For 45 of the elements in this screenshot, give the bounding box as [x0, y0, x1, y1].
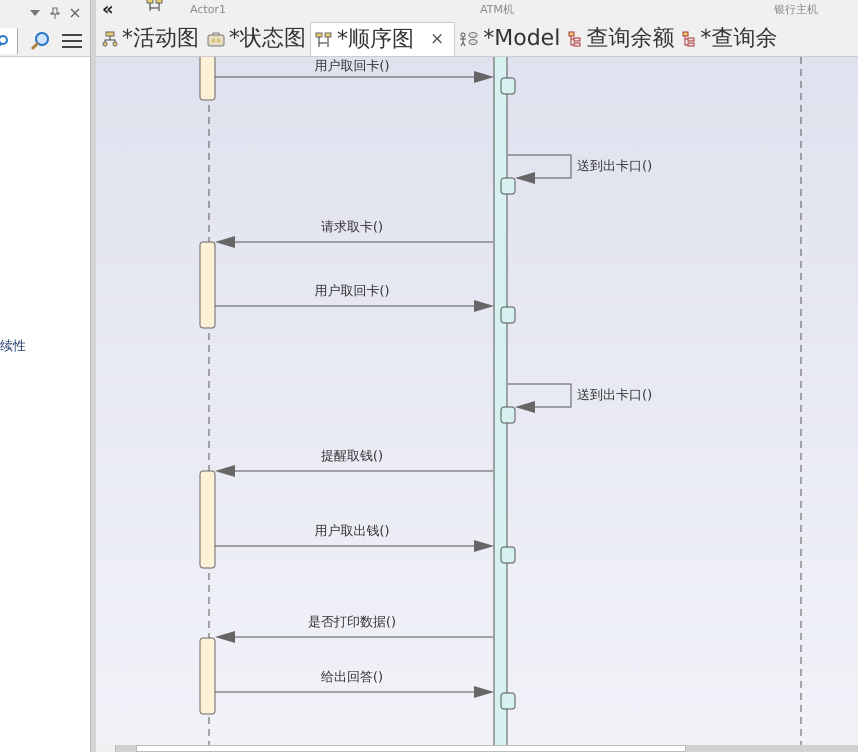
diagram-tab[interactable]: *顺序图 ×: [310, 22, 456, 56]
lifeline-name: Actor1: [190, 3, 226, 17]
diagram-tab[interactable]: *Model: [455, 22, 564, 56]
self-message-arrow: [508, 154, 572, 184]
message-label: 给出回答(): [320, 670, 384, 686]
search-icon[interactable]: [30, 31, 50, 51]
diagram-tab[interactable]: *查询余: [678, 22, 782, 56]
model-icon: [459, 31, 480, 47]
activation-box: [500, 406, 516, 424]
activation-box: [500, 178, 516, 194]
horizontal-scrollbar[interactable]: [96, 745, 858, 752]
self-message-arrow: [508, 384, 572, 413]
scrollbar-thumb[interactable]: [136, 745, 686, 752]
activation-bar: [200, 57, 216, 100]
close-tab-button[interactable]: ×: [430, 31, 444, 48]
message-label: 用户取回卡(): [314, 59, 390, 75]
activation-box: [500, 546, 516, 564]
activation-box: [500, 78, 516, 94]
message-label: 用户取回卡(): [314, 284, 390, 300]
flowchart-icon: [102, 31, 118, 47]
lifeline-name: ATM机: [480, 3, 514, 17]
table-icon: [568, 31, 582, 47]
dropdown-icon[interactable]: [30, 10, 40, 16]
message-label: 提醒取钱(): [320, 449, 384, 465]
briefcase-icon: [207, 31, 225, 47]
message-label: 请求取卡(): [320, 220, 384, 236]
close-icon[interactable]: [70, 8, 80, 18]
lifeline-name: 银行主机: [774, 3, 818, 17]
message-label: 是否打印数据(): [308, 615, 396, 631]
menu-icon[interactable]: [62, 34, 82, 48]
message-label: 送到出卡口(): [577, 159, 652, 175]
diagram-tab[interactable]: *活动图: [98, 22, 203, 56]
message-label: 送到出卡口(): [577, 388, 652, 404]
activation-box: [500, 306, 516, 324]
activation-box: [500, 692, 516, 710]
sequence-icon: [146, 0, 164, 12]
message-label: 用户取出钱(): [314, 524, 390, 540]
diagram-tab[interactable]: 查询余额: [564, 22, 678, 56]
table-icon: [682, 31, 696, 47]
collapse-button[interactable]: «: [102, 0, 114, 23]
tree-item-text[interactable]: 续性: [0, 337, 26, 357]
pin-icon[interactable]: [50, 7, 60, 19]
search-field[interactable]: [0, 28, 18, 54]
diagram-tab[interactable]: *状态图: [203, 22, 310, 56]
sequence-icon: [315, 32, 333, 48]
